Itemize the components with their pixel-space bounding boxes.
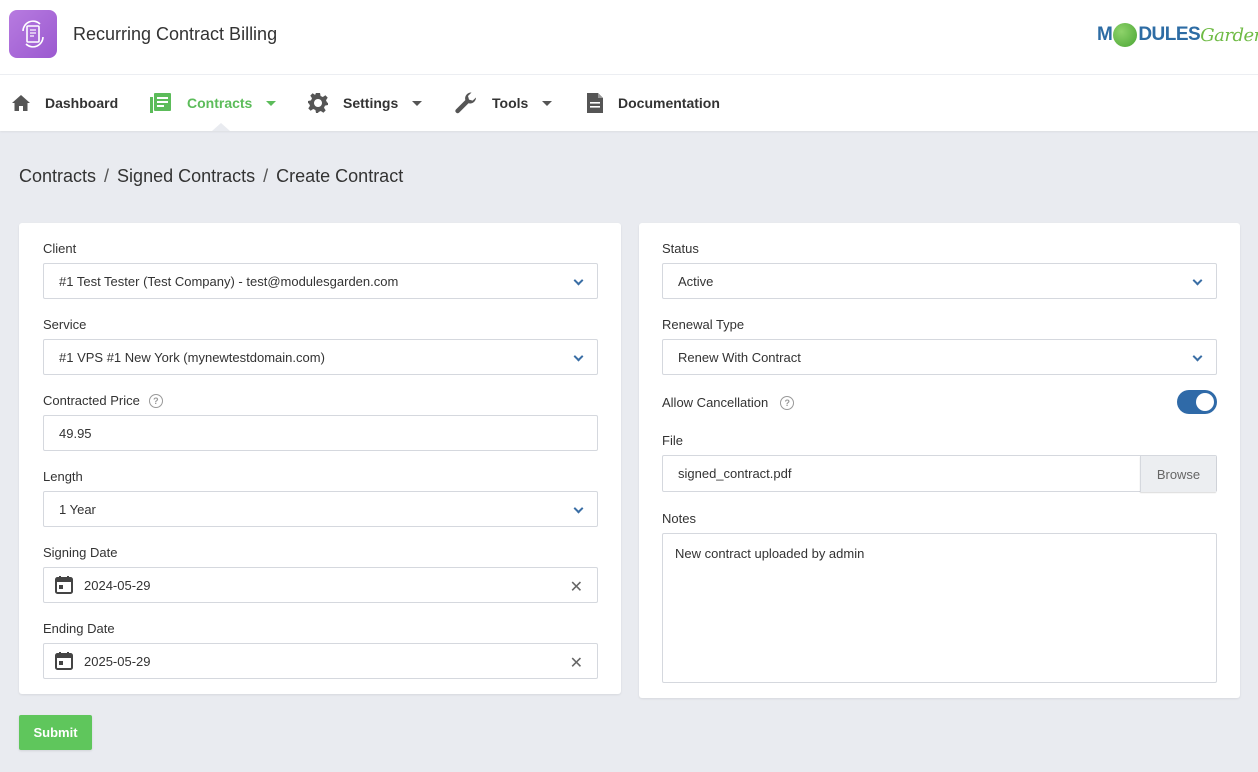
length-select[interactable]: 1 Year (43, 491, 598, 527)
contract-refresh-icon (9, 10, 57, 58)
file-input[interactable]: signed_contract.pdf Browse (662, 455, 1217, 492)
ending-date-value: 2025-05-29 (84, 653, 151, 669)
allow-cancellation-toggle[interactable] (1177, 390, 1217, 414)
help-icon[interactable]: ? (780, 395, 795, 410)
chevron-down-icon (1192, 275, 1203, 286)
allow-cancellation-label: Allow Cancellation ? (662, 395, 795, 410)
ending-date-label: Ending Date (43, 621, 115, 636)
breadcrumb-separator: / (263, 166, 269, 186)
client-label: Client (43, 241, 77, 256)
status-select[interactable]: Active (662, 263, 1217, 299)
breadcrumb: Contracts / Signed Contracts / Create Co… (19, 166, 403, 187)
service-label: Service (43, 317, 87, 332)
chevron-down-icon (573, 503, 584, 514)
file-name: signed_contract.pdf (678, 466, 792, 481)
chevron-down-icon (1192, 351, 1203, 362)
status-label: Status (662, 241, 699, 256)
nav-tools[interactable]: Tools (454, 75, 553, 131)
breadcrumb-separator: / (104, 166, 110, 186)
file-label: File (662, 433, 683, 448)
nav-settings-label: Settings (343, 95, 399, 111)
nav-dashboard-label: Dashboard (45, 95, 119, 111)
home-icon (12, 95, 30, 111)
chevron-down-icon (573, 351, 584, 362)
signing-date-label: Signing Date (43, 545, 118, 560)
nav-dashboard[interactable]: Dashboard (11, 75, 118, 131)
contracted-price-label: Contracted Price ? (43, 393, 163, 408)
ending-date-input[interactable]: 2025-05-29 ✕ (43, 643, 598, 679)
chevron-down-icon (542, 100, 553, 106)
app-title: Recurring Contract Billing (73, 24, 278, 44)
chevron-down-icon (266, 100, 277, 106)
wrench-icon (455, 92, 476, 114)
breadcrumb-contracts[interactable]: Contracts (19, 166, 96, 187)
gear-icon (308, 93, 328, 113)
service-value: #1 VPS #1 New York (mynewtestdomain.com) (59, 349, 325, 365)
service-select[interactable]: #1 VPS #1 New York (mynewtestdomain.com) (43, 339, 598, 375)
allow-cancellation-label-text: Allow Cancellation (662, 395, 769, 410)
renewal-type-value: Renew With Contract (678, 349, 801, 365)
chevron-down-icon (573, 275, 584, 286)
length-label: Length (43, 469, 83, 484)
nav-settings[interactable]: Settings (307, 75, 423, 131)
contracted-price-label-text: Contracted Price (43, 393, 140, 408)
browse-button[interactable]: Browse (1140, 456, 1216, 492)
active-nav-pointer (212, 123, 230, 131)
chevron-down-icon (412, 100, 423, 106)
contracts-icon (150, 93, 171, 113)
toggle-knob (1196, 393, 1214, 411)
contracted-price-value: 49.95 (59, 425, 92, 441)
nav-tools-label: Tools (492, 95, 529, 111)
renewal-type-select[interactable]: Renew With Contract (662, 339, 1217, 375)
contract-settings-card: Status Active Renewal Type Renew With Co… (639, 223, 1240, 698)
notes-label: Notes (662, 511, 696, 526)
nav-contracts-label: Contracts (187, 95, 253, 111)
submit-button[interactable]: Submit (19, 715, 92, 750)
clear-icon[interactable]: ✕ (570, 653, 583, 673)
client-value: #1 Test Tester (Test Company) - test@mod… (59, 273, 399, 289)
document-icon (587, 93, 603, 113)
nav-documentation-label: Documentation (618, 95, 720, 111)
status-value: Active (678, 273, 714, 289)
length-value: 1 Year (59, 501, 96, 517)
contracted-price-input[interactable]: 49.95 (43, 415, 598, 451)
top-bar: Recurring Contract Billing MDULESGarden (0, 0, 1258, 75)
notes-textarea[interactable]: New contract uploaded by admin (662, 533, 1217, 683)
signing-date-value: 2024-05-29 (84, 577, 151, 593)
calendar-icon (55, 576, 73, 594)
breadcrumb-create-contract: Create Contract (276, 166, 404, 186)
renewal-type-label: Renewal Type (662, 317, 745, 332)
modulesgarden-logo[interactable]: MDULESGarden (1097, 21, 1258, 49)
calendar-icon (55, 652, 73, 670)
signing-date-input[interactable]: 2024-05-29 ✕ (43, 567, 598, 603)
client-select[interactable]: #1 Test Tester (Test Company) - test@mod… (43, 263, 598, 299)
main-nav: Dashboard Contracts Settings Tools Docum… (0, 75, 1258, 131)
help-icon[interactable]: ? (148, 393, 163, 408)
contract-details-card: Client #1 Test Tester (Test Company) - t… (19, 223, 621, 694)
nav-documentation[interactable]: Documentation (586, 75, 720, 131)
clear-icon[interactable]: ✕ (570, 577, 583, 597)
globe-icon (1113, 23, 1138, 47)
breadcrumb-signed-contracts[interactable]: Signed Contracts (117, 166, 255, 187)
